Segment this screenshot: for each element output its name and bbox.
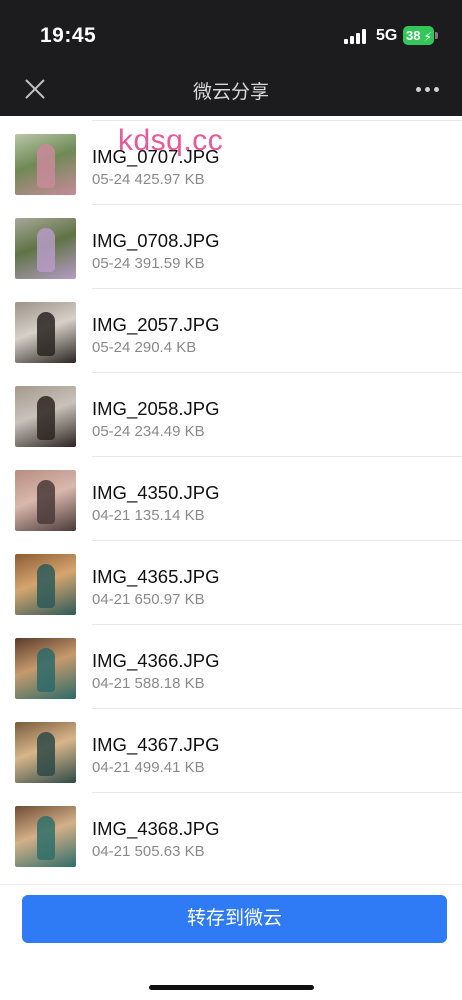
thumbnail-figure [37, 480, 55, 524]
save-to-weiyun-button[interactable]: 转存到微云 [22, 895, 447, 943]
thumbnail-figure [37, 564, 55, 608]
file-list-item[interactable]: IMG_2058.JPG 05-24 234.49 KB [0, 366, 462, 450]
top-bar: 19:45 5G 38 ⚡ 微云分享 [0, 0, 462, 116]
file-meta: 04-21 505.63 KB [92, 843, 205, 860]
thumbnail-figure [37, 732, 55, 776]
photo-thumbnail[interactable] [15, 722, 76, 783]
file-list-item[interactable]: IMG_4365.JPG 04-21 650.97 KB [0, 534, 462, 618]
status-time: 19:45 [40, 24, 97, 47]
photo-thumbnail[interactable] [15, 806, 76, 867]
thumbnail-figure [37, 312, 55, 356]
file-name: IMG_4368.JPG [92, 818, 220, 839]
file-meta: 05-24 391.59 KB [92, 255, 205, 272]
row-divider [92, 708, 462, 709]
charging-bolt-icon: ⚡ [423, 30, 432, 44]
photo-thumbnail[interactable] [15, 554, 76, 615]
more-dots-icon[interactable] [414, 86, 442, 94]
file-list-item[interactable]: IMG_0708.JPG 05-24 391.59 KB [0, 198, 462, 282]
file-name: IMG_4367.JPG [92, 734, 220, 755]
file-list: IMG_0707.JPG 05-24 425.97 KB IMG_0708.JPG 0… [0, 116, 462, 886]
file-meta: 04-21 499.41 KB [92, 759, 205, 776]
thumbnail-figure [37, 648, 55, 692]
row-divider [92, 624, 462, 625]
status-bar: 19:45 5G 38 ⚡ [0, 0, 462, 68]
row-divider [92, 204, 462, 205]
divider [0, 884, 462, 885]
battery-tip [435, 32, 438, 39]
signal-icon [344, 29, 370, 44]
file-name: IMG_4365.JPG [92, 566, 220, 587]
battery-level: 38 [406, 28, 421, 43]
thumbnail-figure [37, 816, 55, 860]
file-meta: 05-24 290.4 KB [92, 339, 197, 356]
thumbnail-figure [37, 396, 55, 440]
file-list-item[interactable]: IMG_4368.JPG 04-21 505.63 KB [0, 786, 462, 870]
thumbnail-figure [37, 228, 55, 272]
file-list-item[interactable]: IMG_4350.JPG 04-21 135.14 KB [0, 450, 462, 534]
photo-thumbnail[interactable] [15, 302, 76, 363]
file-list-item[interactable]: IMG_4367.JPG 04-21 499.41 KB [0, 702, 462, 786]
home-indicator [149, 985, 314, 990]
row-divider [92, 372, 462, 373]
navigation-bar: 微云分享 [0, 68, 462, 116]
thumbnail-figure [37, 144, 55, 188]
photo-thumbnail[interactable] [15, 386, 76, 447]
file-name: IMG_0708.JPG [92, 230, 220, 251]
photo-thumbnail[interactable] [15, 218, 76, 279]
photo-thumbnail[interactable] [15, 470, 76, 531]
file-list-item[interactable]: IMG_0707.JPG 05-24 425.97 KB [0, 116, 462, 198]
photo-thumbnail[interactable] [15, 134, 76, 195]
row-divider [92, 792, 462, 793]
file-list-item[interactable]: IMG_2057.JPG 05-24 290.4 KB [0, 282, 462, 366]
file-meta: 05-24 425.97 KB [92, 171, 205, 188]
file-name: IMG_4366.JPG [92, 650, 220, 671]
file-name: IMG_2057.JPG [92, 314, 220, 335]
file-meta: 05-24 234.49 KB [92, 423, 205, 440]
row-divider [92, 456, 462, 457]
file-meta: 04-21 135.14 KB [92, 507, 205, 524]
battery-icon: 38 ⚡ [403, 26, 434, 45]
file-list-item[interactable]: IMG_4366.JPG 04-21 588.18 KB [0, 618, 462, 702]
page-title: 微云分享 [192, 82, 269, 103]
row-divider [92, 540, 462, 541]
photo-thumbnail[interactable] [15, 638, 76, 699]
network-label: 5G [376, 27, 398, 44]
watermark-text: kdsq.cc [118, 124, 224, 157]
row-divider [92, 288, 462, 289]
file-meta: 04-21 650.97 KB [92, 591, 205, 608]
file-meta: 04-21 588.18 KB [92, 675, 205, 692]
row-divider [92, 120, 462, 121]
file-name: IMG_4350.JPG [92, 482, 220, 503]
file-name: IMG_2058.JPG [92, 398, 220, 419]
